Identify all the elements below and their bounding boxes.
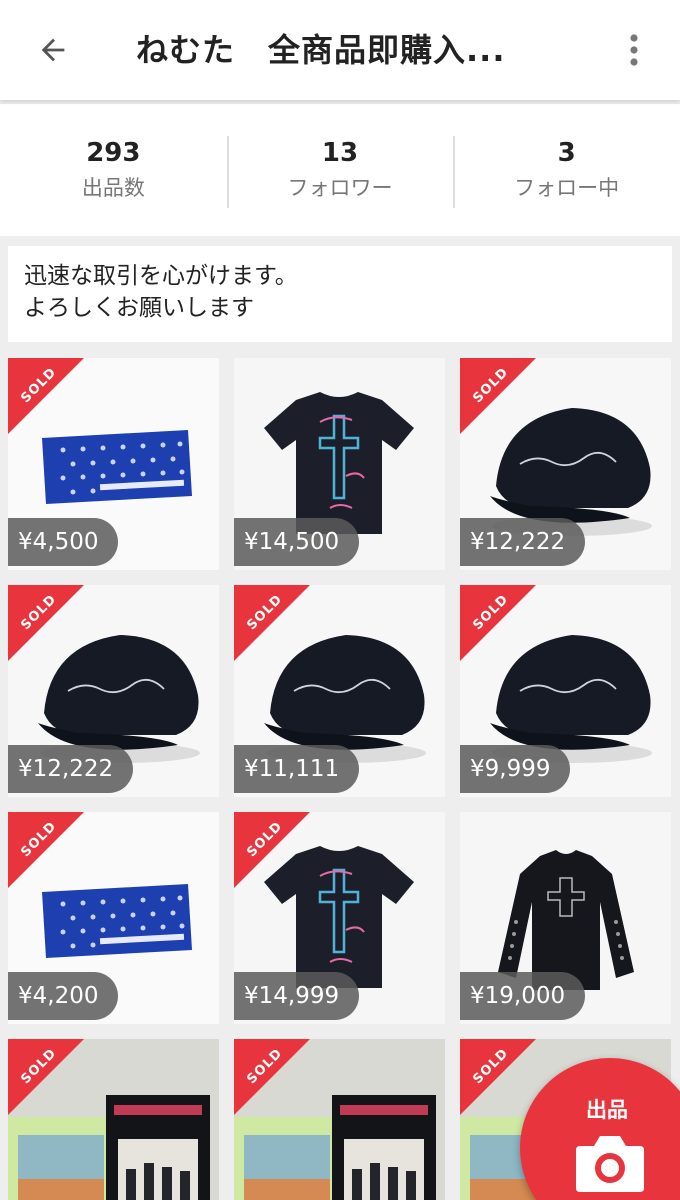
stat-following[interactable]: 3 フォロー中 [453, 104, 680, 236]
back-button[interactable] [28, 28, 78, 72]
stat-value: 3 [557, 138, 576, 168]
item-price: ¥19,000 [460, 972, 586, 1020]
camera-icon [576, 1136, 644, 1192]
item-price: ¥4,500 [8, 518, 119, 566]
item-price: ¥11,111 [234, 745, 360, 793]
sold-label: SOLD [470, 591, 512, 634]
sold-label: SOLD [244, 1045, 286, 1088]
item-tile[interactable]: SOLD [8, 1039, 219, 1200]
stat-listings[interactable]: 293 出品数 [0, 104, 227, 236]
stat-label: フォロワー [287, 176, 393, 200]
item-tile[interactable]: SOLD ¥12,222 [460, 358, 671, 570]
sold-label: SOLD [18, 364, 60, 407]
stat-label: 出品数 [81, 176, 145, 200]
sold-label: SOLD [470, 364, 512, 407]
sold-badge: SOLD [8, 812, 84, 888]
sold-badge: SOLD [460, 1039, 536, 1115]
more-vertical-icon [630, 34, 638, 66]
sold-badge: SOLD [8, 358, 84, 434]
sold-label: SOLD [18, 818, 60, 861]
stat-followers[interactable]: 13 フォロワー [226, 104, 454, 236]
sold-label: SOLD [244, 818, 286, 861]
sold-badge: SOLD [234, 812, 310, 888]
sold-badge: SOLD [8, 585, 84, 661]
item-tile[interactable]: SOLD ¥11,111 [234, 585, 445, 797]
profile-bio: 迅速な取引を心がけます。 よろしくお願いします [8, 246, 672, 342]
arrow-back-icon [41, 38, 65, 62]
item-price: ¥9,999 [460, 745, 571, 793]
sold-label: SOLD [18, 1045, 60, 1088]
item-tile[interactable]: ¥19,000 [460, 812, 671, 1024]
page-title: ねむた 全商品即購入... [136, 31, 506, 69]
sold-label: SOLD [244, 591, 286, 634]
profile-stats: 293 出品数 13 フォロワー 3 フォロー中 [0, 104, 680, 236]
sold-badge: SOLD [460, 585, 536, 661]
item-tile[interactable]: SOLD ¥4,500 [8, 358, 219, 570]
sold-label: SOLD [18, 591, 60, 634]
app-bar: ねむた 全商品即購入... [0, 0, 680, 100]
item-tile[interactable]: SOLD ¥9,999 [460, 585, 671, 797]
sell-button-label: 出品 [586, 1098, 628, 1122]
sold-badge: SOLD [8, 1039, 84, 1115]
item-tile[interactable]: SOLD ¥14,999 [234, 812, 445, 1024]
item-tile[interactable]: SOLD ¥12,222 [8, 585, 219, 797]
bio-line: よろしくお願いします [24, 295, 254, 321]
sold-badge: SOLD [234, 585, 310, 661]
stat-label: フォロー中 [514, 176, 620, 200]
item-price: ¥14,500 [234, 518, 360, 566]
item-tile[interactable]: ¥14,500 [234, 358, 445, 570]
sold-badge: SOLD [460, 358, 536, 434]
item-price: ¥14,999 [234, 972, 360, 1020]
item-price: ¥12,222 [460, 518, 586, 566]
sold-label: SOLD [470, 1045, 512, 1088]
more-options-button[interactable] [614, 24, 654, 76]
item-tile[interactable]: SOLD ¥4,200 [8, 812, 219, 1024]
item-price: ¥12,222 [8, 745, 134, 793]
item-tile[interactable]: SOLD [234, 1039, 445, 1200]
stat-value: 293 [86, 138, 141, 168]
bio-line: 迅速な取引を心がけます。 [24, 263, 298, 289]
stat-value: 13 [321, 138, 359, 168]
item-price: ¥4,200 [8, 972, 119, 1020]
sold-badge: SOLD [234, 1039, 310, 1115]
